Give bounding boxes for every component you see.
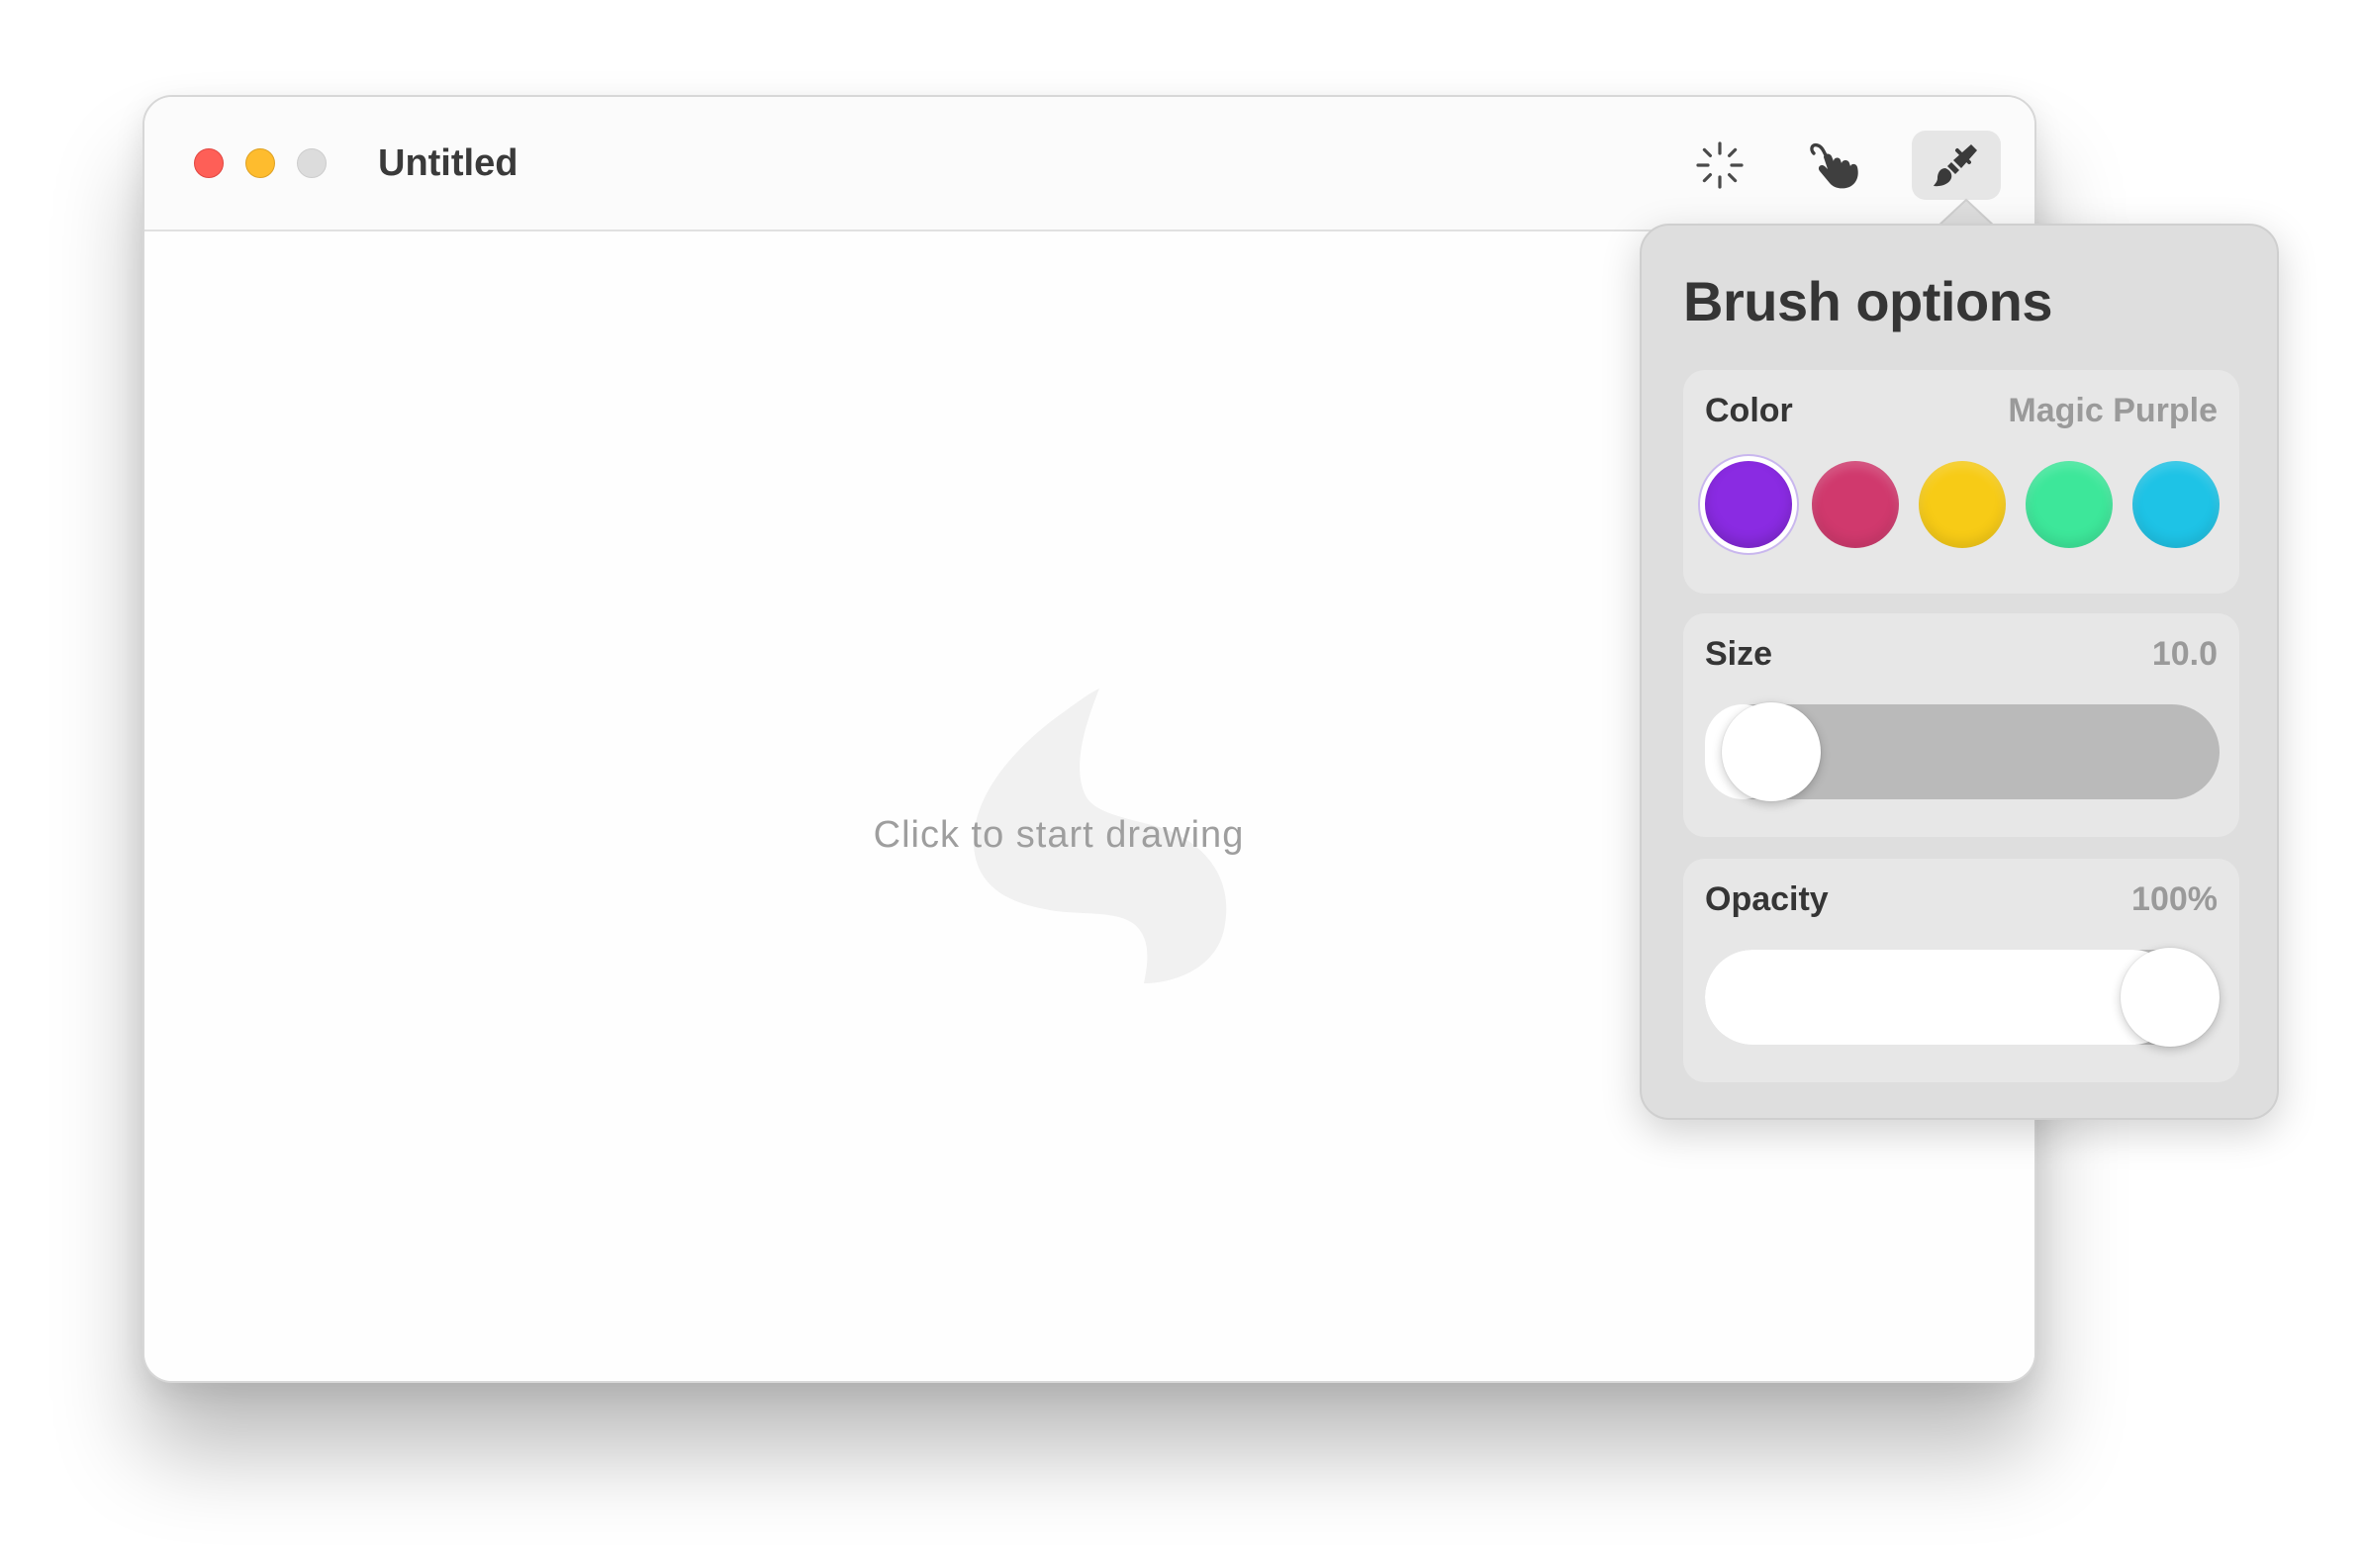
- opacity-value: 100%: [2131, 880, 2218, 918]
- window-title: Untitled: [378, 142, 519, 184]
- size-slider[interactable]: [1705, 702, 2220, 801]
- sparkle-icon: [1696, 141, 1744, 189]
- opacity-section: Opacity 100%: [1683, 859, 2239, 1082]
- color-swatch-4[interactable]: [2026, 461, 2113, 548]
- canvas-hint-text: Click to start drawing: [873, 814, 1245, 856]
- brush-options-popover: Brush options Color Magic Purple Size 10…: [1640, 224, 2279, 1120]
- color-swatch-1[interactable]: [1705, 461, 1792, 548]
- size-section: Size 10.0: [1683, 613, 2239, 837]
- sparkle-tool-button[interactable]: [1675, 131, 1764, 200]
- size-label: Size: [1705, 635, 1773, 673]
- color-label: Color: [1705, 392, 1793, 429]
- color-swatch-5[interactable]: [2132, 461, 2220, 548]
- close-window-button[interactable]: [194, 148, 224, 178]
- color-swatch-3[interactable]: [1919, 461, 2006, 548]
- color-swatch-2[interactable]: [1812, 461, 1899, 548]
- screen: Untitled Click to start drawing Brush op…: [0, 0, 2363, 1568]
- opacity-slider-fill: [1705, 950, 2180, 1045]
- size-value: 10.0: [2151, 635, 2218, 673]
- color-swatches: [1705, 461, 2220, 550]
- color-section: Color Magic Purple: [1683, 370, 2239, 594]
- color-name: Magic Purple: [2008, 392, 2218, 429]
- opacity-label: Opacity: [1705, 880, 1829, 918]
- hand-tool-button[interactable]: [1790, 131, 1879, 200]
- paintbrush-icon: [1934, 144, 1977, 187]
- zoom-window-button[interactable]: [297, 148, 327, 178]
- title-bar: Untitled: [144, 97, 2034, 231]
- brush-tool-button[interactable]: [1912, 131, 2001, 200]
- hand-pointer-icon: [1810, 142, 1858, 189]
- opacity-slider[interactable]: [1705, 948, 2220, 1047]
- minimize-window-button[interactable]: [245, 148, 275, 178]
- size-slider-knob[interactable]: [1721, 702, 1821, 801]
- opacity-slider-knob[interactable]: [2121, 948, 2220, 1047]
- popover-title: Brush options: [1683, 270, 2053, 332]
